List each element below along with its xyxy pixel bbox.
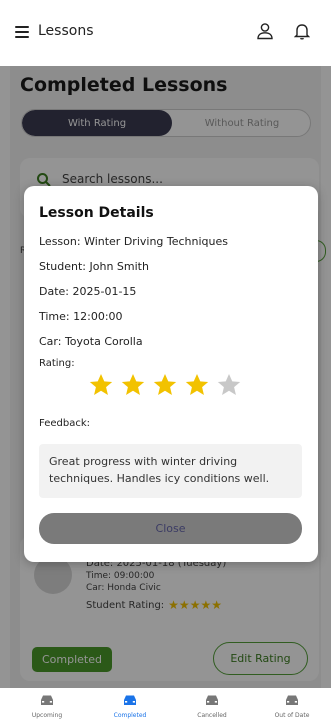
lesson-car: Car: Toyota Corolla (39, 335, 143, 348)
nav-label: Upcoming (31, 712, 63, 719)
star-filled-icon (89, 373, 113, 395)
car-icon (122, 691, 138, 710)
lesson-details-modal: Lesson Details Lesson: Winter Driving Te… (24, 186, 318, 562)
lesson-date: Date: 2025-01-15 (39, 285, 137, 298)
close-button[interactable]: Close (39, 513, 302, 544)
car-icon (204, 691, 220, 710)
star-empty-icon (217, 373, 241, 395)
lesson-name: Lesson: Winter Driving Techniques (39, 235, 229, 248)
student-name: Student: John Smith (39, 260, 149, 273)
nav-label: Out of Date (274, 712, 310, 719)
nav-out-of-date[interactable]: Out of Date (262, 691, 322, 719)
app-header: Lessons (0, 0, 331, 66)
bottom-navigation: Upcoming Completed Cancelled Out of Date (0, 688, 331, 722)
car-icon (284, 691, 300, 710)
bell-icon[interactable] (293, 22, 311, 44)
rating-label: Rating: (39, 358, 75, 369)
star-filled-icon (121, 373, 145, 395)
user-icon[interactable] (256, 22, 274, 44)
lesson-time: Time: 12:00:00 (39, 310, 123, 323)
star-filled-icon (185, 373, 209, 395)
nav-cancelled[interactable]: Cancelled (182, 691, 242, 719)
nav-label: Completed (113, 712, 147, 719)
star-filled-icon (153, 373, 177, 395)
rating-stars (88, 372, 242, 398)
nav-label: Cancelled (197, 712, 227, 719)
page-title: Lessons (38, 23, 94, 39)
nav-completed[interactable]: Completed (100, 691, 160, 719)
nav-upcoming[interactable]: Upcoming (17, 691, 77, 719)
feedback-label: Feedback: (39, 418, 90, 429)
feedback-text: Great progress with winter driving techn… (39, 444, 302, 498)
car-icon (39, 691, 55, 710)
hamburger-menu-icon[interactable] (15, 26, 29, 38)
modal-title: Lesson Details (39, 205, 154, 221)
